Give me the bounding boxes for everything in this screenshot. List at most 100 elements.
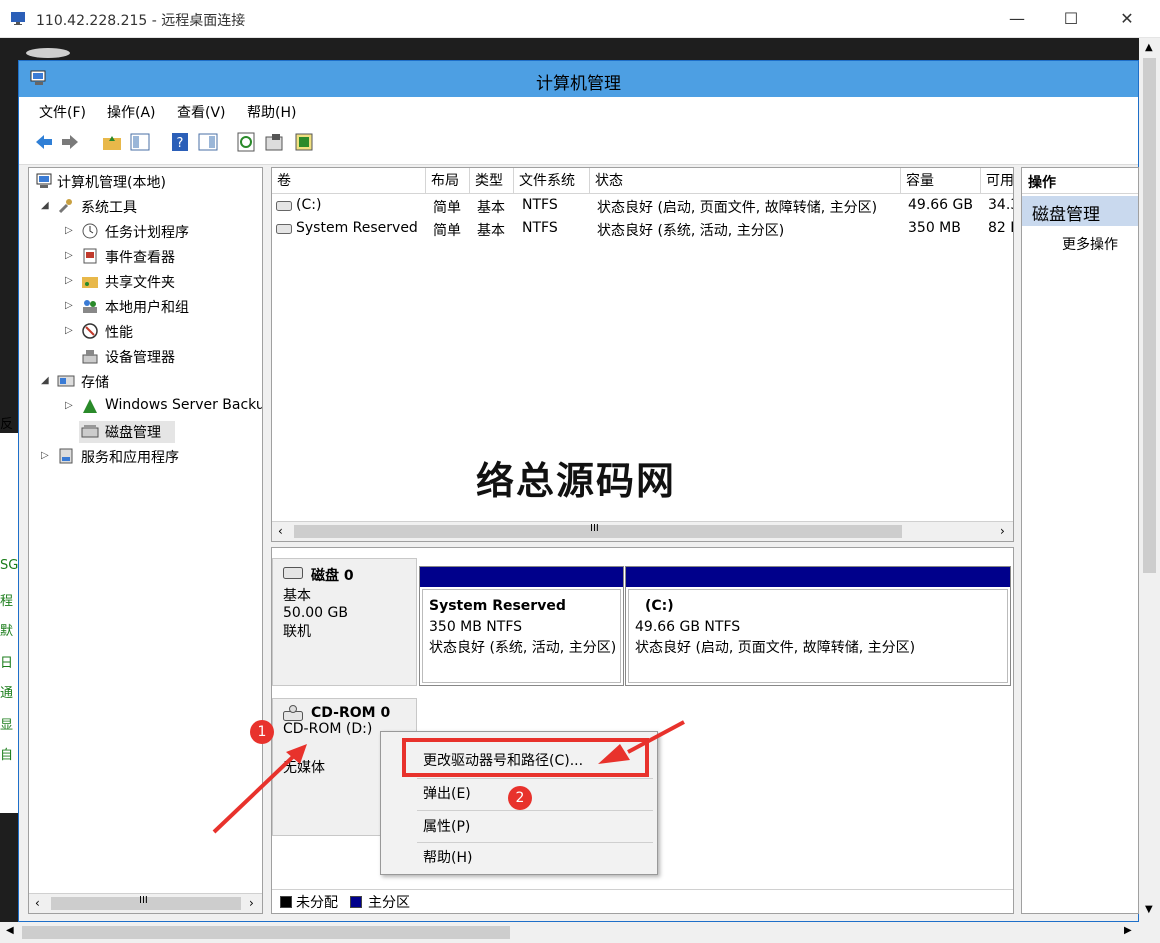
- tree-item-label: 性能: [105, 325, 133, 341]
- column-header-filesystem[interactable]: 文件系统: [514, 168, 590, 194]
- table-row[interactable]: System Reserved 简单 基本 NTFS 状态良好 (系统, 活动,…: [272, 218, 1013, 240]
- desktop-text-fragment: 默: [0, 624, 14, 639]
- cell-volume: (C:): [296, 197, 322, 213]
- tree-item-storage[interactable]: ◢ 存储: [39, 371, 259, 393]
- column-header-layout[interactable]: 布局: [426, 168, 470, 194]
- volume-icon: [276, 201, 292, 211]
- show-hide-tree-icon[interactable]: [129, 131, 151, 153]
- minimize-button[interactable]: —: [994, 0, 1040, 38]
- volume-horizontal-scrollbar[interactable]: ‹ III ›: [272, 521, 1013, 541]
- expand-toggle-icon[interactable]: ▷: [65, 225, 75, 236]
- tree-item-event-viewer[interactable]: ▷ 事件查看器: [63, 246, 262, 268]
- partition-bar: [420, 567, 623, 587]
- refresh-icon[interactable]: [235, 131, 257, 153]
- up-folder-icon[interactable]: [101, 131, 123, 153]
- actions-pane: 操作 磁盘管理 更多操作: [1021, 167, 1139, 914]
- more-actions-link[interactable]: 更多操作: [1062, 234, 1118, 254]
- legend-swatch-unallocated: [280, 896, 292, 908]
- expand-toggle-icon[interactable]: ▷: [65, 325, 75, 336]
- tree-item-task-scheduler[interactable]: ▷ 任务计划程序: [63, 221, 262, 243]
- tree-item-label: 共享文件夹: [105, 275, 175, 291]
- menu-help[interactable]: 帮助(H): [247, 102, 296, 122]
- expand-toggle-icon[interactable]: ▷: [65, 250, 75, 261]
- expand-toggle-icon[interactable]: ▷: [65, 275, 75, 286]
- tree-item-label: 服务和应用程序: [81, 450, 179, 466]
- tree-item-local-users-groups[interactable]: ▷ 本地用户和组: [63, 296, 262, 318]
- menu-action[interactable]: 操作(A): [107, 102, 156, 122]
- scroll-thumb[interactable]: III: [294, 523, 902, 538]
- scroll-right-icon[interactable]: ›: [1000, 524, 1005, 538]
- tree-item-performance[interactable]: ▷ 性能: [63, 321, 262, 343]
- scroll-up-icon[interactable]: ▲: [1145, 42, 1153, 53]
- actions-section-disk-management[interactable]: 磁盘管理: [1022, 196, 1138, 226]
- expand-toggle-icon[interactable]: ◢: [41, 200, 51, 211]
- scroll-left-icon[interactable]: ◀: [6, 925, 14, 936]
- desktop-text-fragment: 自: [0, 748, 14, 763]
- back-arrow-icon[interactable]: [33, 131, 55, 153]
- partition-system-reserved[interactable]: System Reserved 350 MB NTFS 状态良好 (系统, 活动…: [419, 566, 624, 686]
- scroll-thumb[interactable]: III: [51, 895, 241, 910]
- disk-0-type: 基本: [283, 588, 311, 604]
- help-icon[interactable]: ?: [169, 131, 191, 153]
- partition-c[interactable]: (C:) 49.66 GB NTFS 状态良好 (启动, 页面文件, 故障转储,…: [625, 566, 1011, 686]
- partition-size: 350 MB NTFS: [429, 619, 523, 635]
- scroll-right-icon[interactable]: ›: [249, 896, 254, 910]
- tree-item-label: Windows Server Backup: [105, 397, 263, 413]
- disk-0-label[interactable]: 磁盘 0 基本 50.00 GB 联机: [272, 558, 417, 686]
- scroll-grip-icon: III: [590, 523, 599, 534]
- scroll-left-icon[interactable]: ‹: [278, 524, 283, 538]
- column-header-free[interactable]: 可用: [981, 168, 1013, 194]
- expand-toggle-icon[interactable]: ▷: [65, 400, 75, 411]
- tree-item-disk-management[interactable]: 磁盘管理: [79, 421, 175, 443]
- scroll-thumb[interactable]: [1143, 58, 1156, 573]
- forward-arrow-icon[interactable]: [59, 131, 81, 153]
- cell-filesystem: NTFS: [522, 220, 558, 236]
- tree-item-label: 任务计划程序: [105, 225, 189, 241]
- menu-view[interactable]: 查看(V): [177, 102, 226, 122]
- tree-item-device-manager[interactable]: 设备管理器: [63, 346, 262, 368]
- scroll-right-icon[interactable]: ▶: [1124, 925, 1132, 936]
- show-hide-action-icon[interactable]: [197, 131, 219, 153]
- menu-item-help[interactable]: 帮助(H): [381, 843, 657, 873]
- cell-layout: 简单: [433, 223, 461, 239]
- export-icon[interactable]: [293, 131, 315, 153]
- close-button[interactable]: ✕: [1104, 0, 1150, 38]
- svg-text:?: ?: [177, 136, 184, 151]
- menu-file[interactable]: 文件(F): [39, 102, 86, 122]
- maximize-button[interactable]: ☐: [1048, 0, 1094, 38]
- cdrom-icon: [283, 705, 303, 721]
- tree-item-services-and-applications[interactable]: ▷ 服务和应用程序: [39, 446, 259, 468]
- tree-item-label: 本地用户和组: [105, 300, 189, 316]
- expand-toggle-icon[interactable]: ◢: [41, 375, 51, 386]
- scroll-down-icon[interactable]: ▼: [1145, 904, 1153, 915]
- tree-horizontal-scrollbar[interactable]: ‹ III ›: [29, 893, 262, 913]
- column-header-type[interactable]: 类型: [470, 168, 514, 194]
- tree-item-computer-management[interactable]: 计算机管理(本地): [33, 171, 262, 193]
- column-header-capacity[interactable]: 容量: [901, 168, 981, 194]
- tree-item-windows-server-backup[interactable]: ▷ Windows Server Backup: [63, 396, 263, 418]
- column-header-status[interactable]: 状态: [590, 168, 901, 194]
- menu-bar: 文件(F) 操作(A) 查看(V) 帮助(H): [19, 97, 1138, 125]
- tree-item-system-tools[interactable]: ◢ 系统工具: [39, 196, 259, 218]
- column-header-volume[interactable]: 卷: [272, 168, 426, 194]
- remote-vertical-scrollbar[interactable]: ▲ ▼: [1139, 38, 1160, 923]
- cell-capacity: 49.66 GB: [908, 197, 973, 213]
- tree-item-label: 计算机管理(本地): [57, 175, 166, 191]
- expand-toggle-icon[interactable]: ▷: [65, 300, 75, 311]
- scroll-thumb[interactable]: [22, 926, 510, 939]
- scroll-left-icon[interactable]: ‹: [35, 896, 40, 910]
- menu-item-properties[interactable]: 属性(P): [381, 812, 657, 842]
- disk-management-icon: [81, 425, 99, 438]
- rdp-window-title: 110.42.228.215 - 远程桌面连接: [36, 13, 246, 29]
- remote-horizontal-scrollbar[interactable]: ◀ ▶: [0, 922, 1160, 943]
- properties-icon[interactable]: [263, 131, 285, 153]
- desktop-text-fragment: 程: [0, 594, 14, 609]
- legend-label-unallocated: 未分配: [296, 895, 338, 911]
- expand-toggle-icon[interactable]: ▷: [41, 450, 51, 461]
- cell-type: 基本: [477, 200, 505, 216]
- cell-layout: 简单: [433, 200, 461, 216]
- disk-0-name: 磁盘 0: [311, 568, 354, 584]
- table-row[interactable]: (C:) 简单 基本 NTFS 状态良好 (启动, 页面文件, 故障转储, 主分…: [272, 195, 1013, 217]
- tree-item-shared-folders[interactable]: ▷ 共享文件夹: [63, 271, 262, 293]
- cell-status: 状态良好 (启动, 页面文件, 故障转储, 主分区): [597, 200, 878, 216]
